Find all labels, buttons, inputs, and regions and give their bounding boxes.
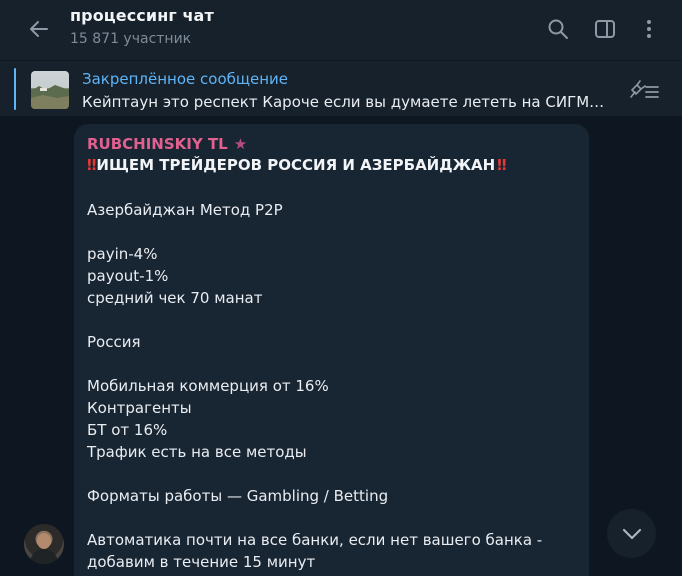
headline-text: ИЩЕМ ТРЕЙДЕРОВ РОССИЯ И АЗЕРБАЙДЖАН xyxy=(96,156,496,174)
member-count: 15 871 участник xyxy=(70,31,192,47)
double-exclamation-icon: ‼ xyxy=(87,156,97,174)
message-bubble[interactable]: RUBCHINSKIY TL ★ ‼ ИЩЕМ ТРЕЙДЕРОВ РОССИЯ … xyxy=(74,124,589,576)
unpin-list-icon xyxy=(630,80,659,98)
message-line: Автоматика почти на все банки, если нет … xyxy=(87,531,543,549)
message-line: средний чек 70 манат xyxy=(87,289,263,307)
double-exclamation-icon: ‼ xyxy=(497,156,507,174)
search-icon xyxy=(548,19,568,39)
message-line: Контрагенты xyxy=(87,399,192,417)
message-line: Трафик есть на все методы xyxy=(87,443,307,461)
sender-name-row[interactable]: RUBCHINSKIY TL ★ xyxy=(87,135,247,153)
pinned-message-bar[interactable]: Закреплённое сообщение Кейптаун это респ… xyxy=(0,60,682,116)
search-button[interactable] xyxy=(541,12,575,46)
pinned-accent-bar xyxy=(14,68,16,110)
star-icon: ★ xyxy=(233,135,248,153)
back-button[interactable] xyxy=(22,12,56,46)
sidebar-toggle-icon xyxy=(595,20,615,38)
avatar-face xyxy=(37,533,51,549)
message-line: БТ от 16% xyxy=(87,421,168,439)
message-line: payin-4% xyxy=(87,245,158,263)
sender-name[interactable]: RUBCHINSKIY TL xyxy=(87,135,228,153)
message-line: Россия xyxy=(87,333,141,351)
pinned-text: Кейптаун это респект Кароче если вы дума… xyxy=(82,93,612,111)
chat-window: процессинг чат 15 871 участник Закреплён… xyxy=(0,0,682,576)
chevron-down-icon xyxy=(622,528,641,539)
chat-header: процессинг чат 15 871 участник xyxy=(0,0,682,60)
scroll-to-bottom-button[interactable] xyxy=(607,509,656,558)
more-vertical-icon xyxy=(647,20,651,38)
arrow-left-icon xyxy=(30,21,48,37)
message-line: Мобильная коммерция от 16% xyxy=(87,377,329,395)
chat-title[interactable]: процессинг чат xyxy=(70,6,214,25)
message-line: Азербайджан Метод P2P xyxy=(87,201,283,219)
message-headline: ‼ ИЩЕМ ТРЕЙДЕРОВ РОССИЯ И АЗЕРБАЙДЖАН ‼ xyxy=(87,156,507,174)
pinned-thumbnail xyxy=(31,71,69,109)
landscape-image-icon xyxy=(31,85,69,109)
message-line: добавим в течение 15 минут xyxy=(87,553,316,571)
pinned-title: Закреплённое сообщение xyxy=(82,70,289,88)
message-line: payout-1% xyxy=(87,267,169,285)
avatar-body xyxy=(30,549,58,564)
sidebar-toggle-button[interactable] xyxy=(588,12,622,46)
avatar[interactable] xyxy=(24,524,64,564)
more-menu-button[interactable] xyxy=(632,12,666,46)
unpin-button[interactable] xyxy=(626,73,662,105)
message-line: Форматы работы — Gambling / Betting xyxy=(87,487,389,505)
